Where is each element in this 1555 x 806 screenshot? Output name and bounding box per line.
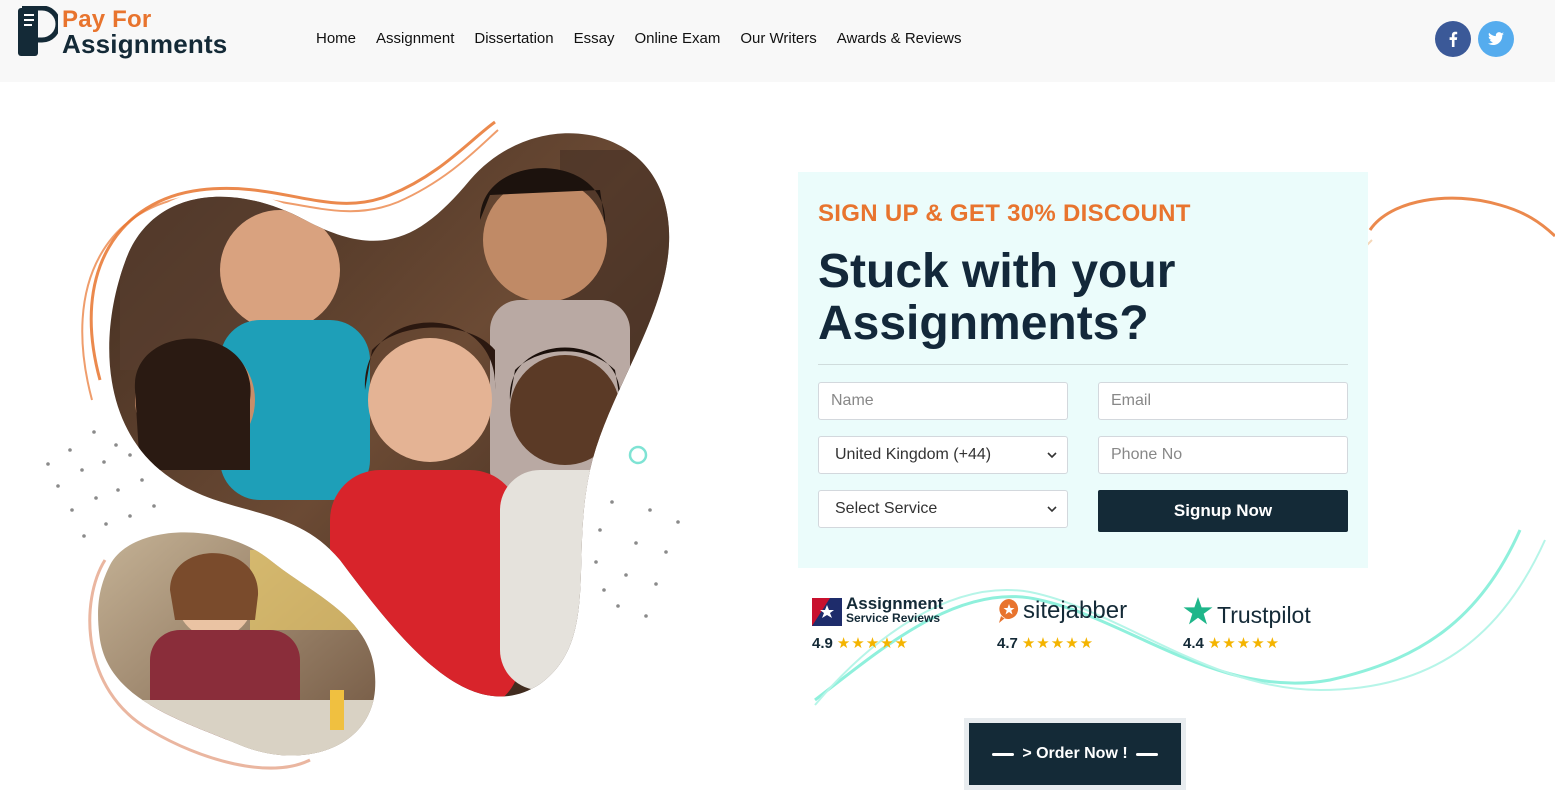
signup-button[interactable]: Signup Now [1098,490,1348,532]
review-rating: 4.4 ★★★★★ [1183,634,1281,653]
phone-input[interactable] [1098,436,1348,474]
assignment-reviews-logo-icon [812,598,842,626]
country-code-select[interactable]: United Kingdom (+44) [818,436,1068,474]
rating-value: 4.7 [997,634,1018,652]
discount-kicker: SIGN UP & GET 30% DISCOUNT [818,200,1191,227]
name-input[interactable] [818,382,1068,420]
review-site-name: sitejabber [1023,597,1128,624]
sitejabber-logo-icon [999,599,1019,623]
star-rating-icon: ★★★★★ [836,635,910,652]
chevron-down-icon [1047,452,1057,459]
signup-card: SIGN UP & GET 30% DISCOUNT Stuck with yo… [798,172,1368,568]
review-site-name: Trustpilot [1217,602,1311,628]
dash-left-icon [992,752,1015,756]
star-rating-icon: ★★★★★ [1021,635,1095,652]
teal-ring-1 [628,445,648,465]
rating-value: 4.9 [812,634,833,652]
order-now-label: > Order Now ! [1022,745,1128,762]
order-now-button[interactable]: > Order Now ! [969,723,1181,785]
review-rating: 4.9 ★★★★★ [812,634,910,653]
card-divider [818,364,1348,365]
dash-right-icon [1135,752,1158,756]
trustpilot-star-icon [1183,597,1213,625]
star-rating-icon: ★★★★★ [1207,635,1281,652]
service-select[interactable]: Select Service [818,490,1068,528]
chevron-down-icon [1047,506,1057,513]
rating-value: 4.4 [1183,634,1204,652]
card-heading: Stuck with your Assignments? [818,245,1176,350]
email-input[interactable] [1098,382,1348,420]
country-code-value: United Kingdom (+44) [835,446,992,463]
review-rating: 4.7 ★★★★★ [997,634,1095,653]
landing-page: Pay For Assignments Home Assignment Diss… [0,0,1555,806]
order-button-frame: > Order Now ! [964,718,1186,790]
review-site-name: Assignment [846,594,944,613]
service-select-value: Select Service [835,500,938,517]
review-site-subname: Service Reviews [846,611,941,625]
